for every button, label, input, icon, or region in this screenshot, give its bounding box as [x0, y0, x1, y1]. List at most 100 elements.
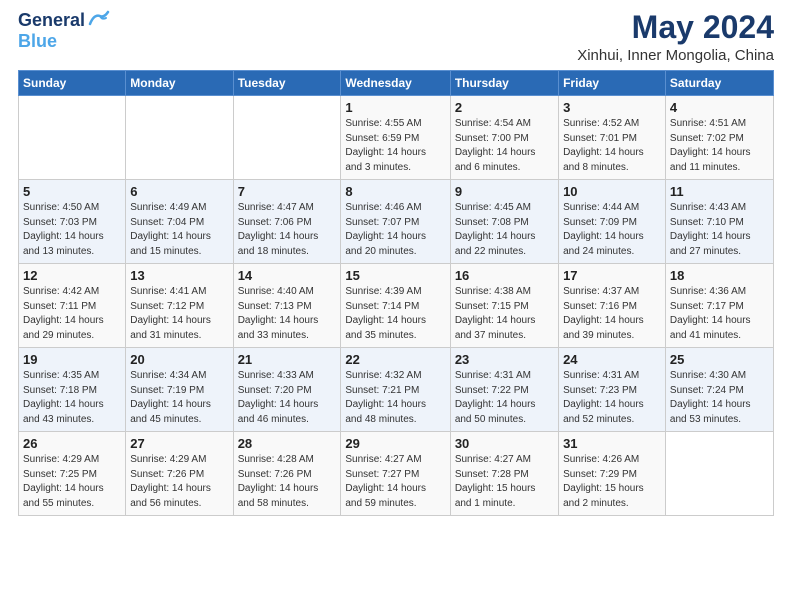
- calendar-cell: [19, 96, 126, 180]
- header: General Blue May 2024 Xinhui, Inner Mong…: [18, 10, 774, 64]
- calendar-cell: [126, 96, 233, 180]
- calendar-cell: 20 Sunrise: 4:34 AMSunset: 7:19 PMDayligh…: [126, 348, 233, 432]
- day-number: 10: [563, 184, 661, 199]
- day-number: 14: [238, 268, 337, 283]
- logo-blue-text: Blue: [18, 31, 57, 52]
- calendar-cell: 24 Sunrise: 4:31 AMSunset: 7:23 PMDayligh…: [559, 348, 666, 432]
- day-info: Sunrise: 4:44 AMSunset: 7:09 PMDaylight:…: [563, 201, 661, 259]
- day-info: Sunrise: 4:55 AMSunset: 6:59 PMDaylight:…: [345, 117, 445, 175]
- day-info: Sunrise: 4:37 AMSunset: 7:16 PMDaylight:…: [563, 285, 661, 343]
- day-info: Sunrise: 4:31 AMSunset: 7:23 PMDaylight:…: [563, 369, 661, 427]
- calendar-cell: 1Sunrise: 4:55 AMSunset: 6:59 PMDaylight…: [341, 96, 450, 180]
- calendar-cell: 23 Sunrise: 4:31 AMSunset: 7:22 PMDayligh…: [450, 348, 558, 432]
- calendar-week-row-5: 26Sunrise: 4:29 AMSunset: 7:25 PMDayligh…: [19, 432, 774, 516]
- day-info: Sunrise: 4:38 AMSunset: 7:15 PMDaylight:…: [455, 285, 554, 343]
- calendar-cell: 29Sunrise: 4:27 AMSunset: 7:27 PMDayligh…: [341, 432, 450, 516]
- day-number: 28: [238, 436, 337, 451]
- calendar-cell: [233, 96, 341, 180]
- subtitle: Xinhui, Inner Mongolia, China: [577, 47, 774, 64]
- calendar-week-row-2: 5 Sunrise: 4:50 AMSunset: 7:03 PMDaylight…: [19, 180, 774, 264]
- day-number: 23: [455, 352, 554, 367]
- weekday-header-saturday: Saturday: [665, 71, 773, 96]
- day-number: 4: [670, 100, 769, 115]
- day-number: 17: [563, 268, 661, 283]
- day-info: Sunrise: 4:46 AMSunset: 7:07 PMDaylight:…: [345, 201, 445, 259]
- calendar-cell: 2 Sunrise: 4:54 AMSunset: 7:00 PMDaylight…: [450, 96, 558, 180]
- day-number: 30: [455, 436, 554, 451]
- calendar-week-row-1: 1Sunrise: 4:55 AMSunset: 6:59 PMDaylight…: [19, 96, 774, 180]
- day-info: Sunrise: 4:39 AMSunset: 7:14 PMDaylight:…: [345, 285, 445, 343]
- calendar-cell: 12 Sunrise: 4:42 AMSunset: 7:11 PMDayligh…: [19, 264, 126, 348]
- calendar-cell: 19 Sunrise: 4:35 AMSunset: 7:18 PMDayligh…: [19, 348, 126, 432]
- day-info: Sunrise: 4:52 AMSunset: 7:01 PMDaylight:…: [563, 117, 661, 175]
- calendar-week-row-4: 19 Sunrise: 4:35 AMSunset: 7:18 PMDayligh…: [19, 348, 774, 432]
- calendar-cell: 4 Sunrise: 4:51 AMSunset: 7:02 PMDaylight…: [665, 96, 773, 180]
- day-info: Sunrise: 4:35 AMSunset: 7:18 PMDaylight:…: [23, 369, 121, 427]
- calendar-cell: 16 Sunrise: 4:38 AMSunset: 7:15 PMDayligh…: [450, 264, 558, 348]
- calendar-cell: 10 Sunrise: 4:44 AMSunset: 7:09 PMDayligh…: [559, 180, 666, 264]
- day-info: Sunrise: 4:36 AMSunset: 7:17 PMDaylight:…: [670, 285, 769, 343]
- calendar-cell: 21Sunrise: 4:33 AMSunset: 7:20 PMDayligh…: [233, 348, 341, 432]
- calendar-cell: [665, 432, 773, 516]
- calendar-cell: 8Sunrise: 4:46 AMSunset: 7:07 PMDaylight…: [341, 180, 450, 264]
- day-info: Sunrise: 4:34 AMSunset: 7:19 PMDaylight:…: [130, 369, 228, 427]
- weekday-header-sunday: Sunday: [19, 71, 126, 96]
- day-number: 5: [23, 184, 121, 199]
- weekday-header-wednesday: Wednesday: [341, 71, 450, 96]
- day-number: 12: [23, 268, 121, 283]
- day-info: Sunrise: 4:31 AMSunset: 7:22 PMDaylight:…: [455, 369, 554, 427]
- calendar-cell: 22 Sunrise: 4:32 AMSunset: 7:21 PMDayligh…: [341, 348, 450, 432]
- calendar-cell: 28Sunrise: 4:28 AMSunset: 7:26 PMDayligh…: [233, 432, 341, 516]
- day-number: 19: [23, 352, 121, 367]
- day-number: 24: [563, 352, 661, 367]
- weekday-header-row: SundayMondayTuesdayWednesdayThursdayFrid…: [19, 71, 774, 96]
- calendar-cell: 26Sunrise: 4:29 AMSunset: 7:25 PMDayligh…: [19, 432, 126, 516]
- calendar-cell: 18Sunrise: 4:36 AMSunset: 7:17 PMDayligh…: [665, 264, 773, 348]
- calendar-cell: 5 Sunrise: 4:50 AMSunset: 7:03 PMDaylight…: [19, 180, 126, 264]
- day-info: Sunrise: 4:41 AMSunset: 7:12 PMDaylight:…: [130, 285, 228, 343]
- day-info: Sunrise: 4:42 AMSunset: 7:11 PMDaylight:…: [23, 285, 121, 343]
- day-info: Sunrise: 4:32 AMSunset: 7:21 PMDaylight:…: [345, 369, 445, 427]
- logo: General Blue: [18, 10, 110, 52]
- day-number: 16: [455, 268, 554, 283]
- day-number: 31: [563, 436, 661, 451]
- title-block: May 2024 Xinhui, Inner Mongolia, China: [577, 10, 774, 64]
- day-number: 27: [130, 436, 228, 451]
- day-info: Sunrise: 4:54 AMSunset: 7:00 PMDaylight:…: [455, 117, 554, 175]
- day-info: Sunrise: 4:47 AMSunset: 7:06 PMDaylight:…: [238, 201, 337, 259]
- page: General Blue May 2024 Xinhui, Inner Mong…: [0, 0, 792, 612]
- day-info: Sunrise: 4:43 AMSunset: 7:10 PMDaylight:…: [670, 201, 769, 259]
- day-info: Sunrise: 4:50 AMSunset: 7:03 PMDaylight:…: [23, 201, 121, 259]
- day-info: Sunrise: 4:49 AMSunset: 7:04 PMDaylight:…: [130, 201, 228, 259]
- calendar-cell: 11 Sunrise: 4:43 AMSunset: 7:10 PMDayligh…: [665, 180, 773, 264]
- calendar-cell: 7 Sunrise: 4:47 AMSunset: 7:06 PMDaylight…: [233, 180, 341, 264]
- calendar-cell: 30 Sunrise: 4:27 AMSunset: 7:28 PMDayligh…: [450, 432, 558, 516]
- day-number: 2: [455, 100, 554, 115]
- day-number: 25: [670, 352, 769, 367]
- logo-bird-icon: [88, 10, 110, 28]
- day-number: 11: [670, 184, 769, 199]
- day-number: 3: [563, 100, 661, 115]
- day-info: Sunrise: 4:26 AMSunset: 7:29 PMDaylight:…: [563, 453, 661, 511]
- day-number: 13: [130, 268, 228, 283]
- calendar-cell: 31 Sunrise: 4:26 AMSunset: 7:29 PMDayligh…: [559, 432, 666, 516]
- day-number: 20: [130, 352, 228, 367]
- day-number: 15: [345, 268, 445, 283]
- day-number: 7: [238, 184, 337, 199]
- weekday-header-thursday: Thursday: [450, 71, 558, 96]
- day-info: Sunrise: 4:40 AMSunset: 7:13 PMDaylight:…: [238, 285, 337, 343]
- day-info: Sunrise: 4:27 AMSunset: 7:28 PMDaylight:…: [455, 453, 554, 511]
- day-number: 29: [345, 436, 445, 451]
- calendar-cell: 27 Sunrise: 4:29 AMSunset: 7:26 PMDayligh…: [126, 432, 233, 516]
- calendar-cell: 25Sunrise: 4:30 AMSunset: 7:24 PMDayligh…: [665, 348, 773, 432]
- day-info: Sunrise: 4:29 AMSunset: 7:26 PMDaylight:…: [130, 453, 228, 511]
- calendar-cell: 9Sunrise: 4:45 AMSunset: 7:08 PMDaylight…: [450, 180, 558, 264]
- calendar-week-row-3: 12 Sunrise: 4:42 AMSunset: 7:11 PMDayligh…: [19, 264, 774, 348]
- calendar-cell: 14 Sunrise: 4:40 AMSunset: 7:13 PMDayligh…: [233, 264, 341, 348]
- weekday-header-monday: Monday: [126, 71, 233, 96]
- day-info: Sunrise: 4:51 AMSunset: 7:02 PMDaylight:…: [670, 117, 769, 175]
- calendar-cell: 17 Sunrise: 4:37 AMSunset: 7:16 PMDayligh…: [559, 264, 666, 348]
- day-number: 26: [23, 436, 121, 451]
- day-number: 22: [345, 352, 445, 367]
- calendar-cell: 13 Sunrise: 4:41 AMSunset: 7:12 PMDayligh…: [126, 264, 233, 348]
